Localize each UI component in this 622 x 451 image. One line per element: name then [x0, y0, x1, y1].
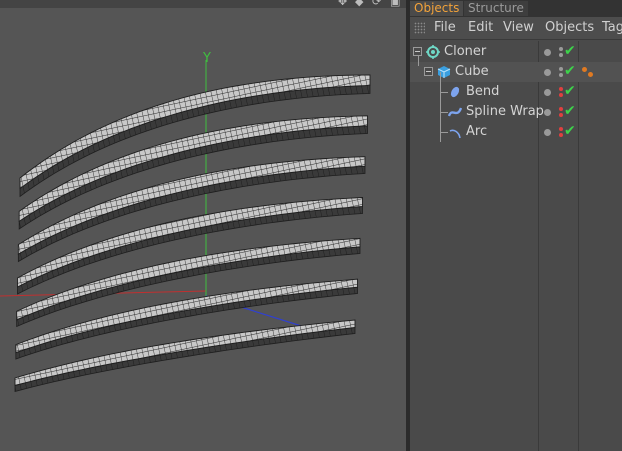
enabled-check-icon[interactable]: ✔ [564, 122, 576, 140]
render-visibility-icon[interactable] [559, 113, 563, 117]
tree-line [418, 56, 419, 66]
grip-icon[interactable] [414, 22, 425, 34]
tab-objects[interactable]: Objects [410, 1, 464, 16]
enabled-check-icon[interactable]: ✔ [564, 82, 576, 100]
material-tag-icon[interactable] [588, 72, 593, 77]
editor-visibility-icon[interactable] [559, 67, 563, 71]
enabled-check-icon[interactable]: ✔ [564, 102, 576, 120]
object-name[interactable]: Cloner [444, 44, 486, 60]
editor-visibility-icon[interactable] [559, 107, 563, 111]
menu-objects[interactable]: Objects [545, 20, 594, 36]
object-tree: Cloner ✔ Cube ✔ Bend ✔ Spline Wrap ✔ Arc… [410, 41, 622, 451]
render-visibility-icon[interactable] [559, 133, 563, 137]
tree-row-bend[interactable]: Bend ✔ [410, 72, 622, 142]
render-visibility-icon[interactable] [559, 53, 563, 57]
arc-spline-icon [449, 129, 461, 139]
bend-deformer-icon [450, 86, 460, 98]
editor-visibility-icon[interactable] [559, 127, 563, 131]
layer-dot[interactable] [544, 129, 551, 136]
render-visibility-icon[interactable] [559, 93, 563, 97]
tree-row-spline-wrap[interactable]: Spline Wrap ✔ [410, 102, 622, 122]
cloned-strips [14, 74, 371, 393]
object-name[interactable]: Bend [466, 84, 499, 100]
spline-wrap-icon [448, 107, 462, 117]
menu-tag[interactable]: Tag [602, 20, 622, 36]
editor-visibility-icon[interactable] [559, 47, 563, 51]
enabled-check-icon[interactable]: ✔ [564, 42, 576, 60]
menu-bar: File Edit View Objects Tag [410, 17, 622, 40]
menu-file[interactable]: File [434, 20, 456, 36]
editor-visibility-icon[interactable] [559, 87, 563, 91]
menu-edit[interactable]: Edit [468, 20, 493, 36]
cloner-icon [426, 45, 440, 59]
object-name[interactable]: Cube [455, 64, 489, 80]
layer-dot[interactable] [544, 89, 551, 96]
tree-row-cube[interactable]: Cube ✔ [410, 56, 622, 82]
material-tag-icon[interactable] [582, 67, 587, 72]
tree-line [440, 112, 448, 113]
collapse-icon[interactable] [424, 67, 433, 76]
menu-view[interactable]: View [503, 20, 534, 36]
tree-line [440, 132, 448, 133]
tree-row-cloner[interactable]: Cloner ✔ [410, 42, 622, 62]
object-manager: Objects Structure File Edit View Objects… [410, 0, 622, 451]
layer-dot[interactable] [544, 109, 551, 116]
tree-row-arc[interactable]: Arc ✔ [410, 122, 622, 142]
layer-dot[interactable] [544, 69, 551, 76]
object-name[interactable]: Arc [466, 124, 487, 140]
layer-dot[interactable] [544, 49, 551, 56]
tab-structure[interactable]: Structure [464, 1, 528, 16]
3d-viewport[interactable]: ✥ ◆ ⟳ ▣ Y [0, 0, 406, 451]
panel-tabs: Objects Structure [410, 0, 622, 17]
collapse-icon[interactable] [413, 47, 422, 56]
render-visibility-icon[interactable] [559, 73, 563, 77]
y-axis-label: Y [202, 51, 211, 66]
enabled-check-icon[interactable]: ✔ [564, 62, 576, 80]
viewport-scene: Y [0, 51, 371, 393]
object-name[interactable]: Spline Wrap [466, 104, 544, 120]
tree-line [440, 92, 448, 93]
